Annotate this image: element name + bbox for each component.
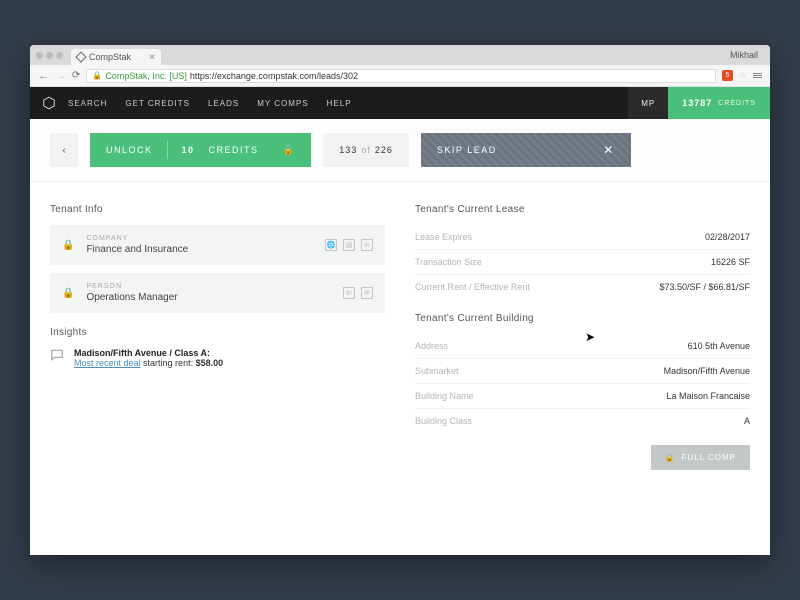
- nav-help[interactable]: HELP: [327, 99, 352, 108]
- unlock-button[interactable]: UNLOCK 10 CREDITS 🔒: [90, 133, 311, 167]
- insight-line: Most recent deal starting rent: $58.00: [74, 358, 223, 368]
- credits-count: 13787: [682, 98, 712, 108]
- company-value: Finance and Insurance: [86, 244, 188, 255]
- browser-window: CompStak × Mikhail ← → ⟳ 🔒 CompStak, Inc…: [30, 45, 770, 555]
- building-row: Building ClassA: [415, 409, 750, 433]
- right-column: Tenant's Current Lease Lease Expires02/2…: [415, 190, 750, 535]
- chevron-left-icon: ‹: [62, 145, 65, 156]
- news-icon[interactable]: ▤: [343, 239, 355, 251]
- tab-close-icon[interactable]: ×: [149, 52, 155, 63]
- insight-rent-value: $58.00: [196, 358, 224, 368]
- left-column: Tenant Info 🔒 COMPANY Finance and Insura…: [50, 190, 385, 535]
- nav-leads[interactable]: LEADS: [208, 99, 239, 108]
- skip-label: SKIP LEAD: [437, 145, 497, 155]
- tenant-company-card: 🔒 COMPANY Finance and Insurance 🌐 ▤ in: [50, 225, 385, 265]
- nav-back-icon[interactable]: ←: [38, 70, 49, 82]
- user-initials[interactable]: MP: [628, 87, 668, 119]
- insight-row: Madison/Fifth Avenue / Class A: Most rec…: [50, 348, 385, 368]
- building-title: Tenant's Current Building: [415, 313, 750, 324]
- insights-title: Insights: [50, 327, 385, 338]
- browser-menu-icon[interactable]: [753, 73, 762, 78]
- favicon-icon: [75, 51, 86, 62]
- primary-nav: SEARCH GET CREDITS LEADS MY COMPS HELP: [68, 99, 352, 108]
- html5-badge-icon: 5: [722, 70, 733, 81]
- credits-label: CREDITS: [718, 100, 756, 107]
- nav-forward-icon[interactable]: →: [55, 70, 66, 82]
- insight-heading: Madison/Fifth Avenue / Class A:: [74, 348, 223, 358]
- skip-lead-button[interactable]: SKIP LEAD ✕: [421, 133, 631, 167]
- globe-icon[interactable]: 🌐: [325, 239, 337, 251]
- building-datalist: Address610 5th Avenue SubmarketMadison/F…: [415, 334, 750, 433]
- unlock-label: UNLOCK: [106, 145, 153, 155]
- reload-icon[interactable]: ⟳: [72, 70, 80, 81]
- ssl-cert-label: CompStak, Inc. [US]: [105, 71, 187, 81]
- browser-tab[interactable]: CompStak ×: [71, 49, 161, 65]
- close-icon: ✕: [603, 143, 615, 157]
- app-header: SEARCH GET CREDITS LEADS MY COMPS HELP M…: [30, 87, 770, 119]
- person-label: PERSON: [86, 283, 177, 290]
- url-text: https://exchange.compstak.com/leads/302: [190, 71, 358, 81]
- lock-icon: 🔒: [62, 240, 74, 251]
- insight-link[interactable]: Most recent deal: [74, 358, 141, 368]
- lock-icon: 🔒: [62, 288, 74, 299]
- credits-balance[interactable]: 13787 CREDITS: [668, 87, 770, 119]
- person-value: Operations Manager: [86, 292, 177, 303]
- person-social-icons: in ✉: [343, 287, 373, 299]
- brand-logo-icon[interactable]: [42, 96, 56, 110]
- ssl-lock-icon: 🔒: [92, 71, 102, 80]
- counter-current: 133: [339, 145, 357, 155]
- lease-row: Current Rent / Effective Rent$73.50/SF /…: [415, 275, 750, 299]
- comment-icon: [50, 348, 64, 365]
- lead-toolbar: ‹ UNLOCK 10 CREDITS 🔒 133 of 226 SKIP LE…: [30, 119, 770, 182]
- window-traffic-lights: [36, 52, 63, 59]
- counter-total: 226: [375, 145, 393, 155]
- back-button[interactable]: ‹: [50, 133, 78, 167]
- content-area: Tenant Info 🔒 COMPANY Finance and Insura…: [30, 182, 770, 555]
- lease-title: Tenant's Current Lease: [415, 204, 750, 215]
- browser-tab-strip: CompStak × Mikhail: [30, 45, 770, 65]
- building-row: SubmarketMadison/Fifth Avenue: [415, 359, 750, 384]
- full-comp-button[interactable]: 🔒 FULL COMP: [651, 445, 750, 470]
- bookmark-star-icon[interactable]: ☆: [739, 70, 747, 81]
- lease-datalist: Lease Expires02/28/2017 Transaction Size…: [415, 225, 750, 299]
- company-label: COMPANY: [86, 235, 188, 242]
- unlock-cost-number: 10: [182, 145, 195, 155]
- lead-counter: 133 of 226: [323, 133, 409, 167]
- tenant-info-title: Tenant Info: [50, 204, 385, 215]
- linkedin-icon[interactable]: in: [361, 239, 373, 251]
- browser-address-bar: ← → ⟳ 🔒 CompStak, Inc. [US] https://exch…: [30, 65, 770, 87]
- browser-tab-title: CompStak: [89, 52, 131, 62]
- lock-icon: 🔒: [283, 145, 296, 156]
- email-icon[interactable]: ✉: [361, 287, 373, 299]
- url-field[interactable]: 🔒 CompStak, Inc. [US] https://exchange.c…: [86, 69, 716, 83]
- full-comp-label: FULL COMP: [682, 453, 737, 462]
- nav-get-credits[interactable]: GET CREDITS: [125, 99, 190, 108]
- lease-row: Transaction Size16226 SF: [415, 250, 750, 275]
- company-social-icons: 🌐 ▤ in: [325, 239, 373, 251]
- building-row: Building NameLa Maison Francaise: [415, 384, 750, 409]
- linkedin-icon[interactable]: in: [343, 287, 355, 299]
- lease-row: Lease Expires02/28/2017: [415, 225, 750, 250]
- unlock-cost-unit: CREDITS: [209, 145, 259, 155]
- lock-icon: 🔒: [665, 453, 676, 462]
- nav-my-comps[interactable]: MY COMPS: [257, 99, 308, 108]
- building-row: Address610 5th Avenue: [415, 334, 750, 359]
- tenant-person-card: 🔒 PERSON Operations Manager in ✉: [50, 273, 385, 313]
- nav-search[interactable]: SEARCH: [68, 99, 107, 108]
- counter-of: of: [361, 145, 371, 155]
- browser-profile-name: Mikhail: [730, 50, 758, 60]
